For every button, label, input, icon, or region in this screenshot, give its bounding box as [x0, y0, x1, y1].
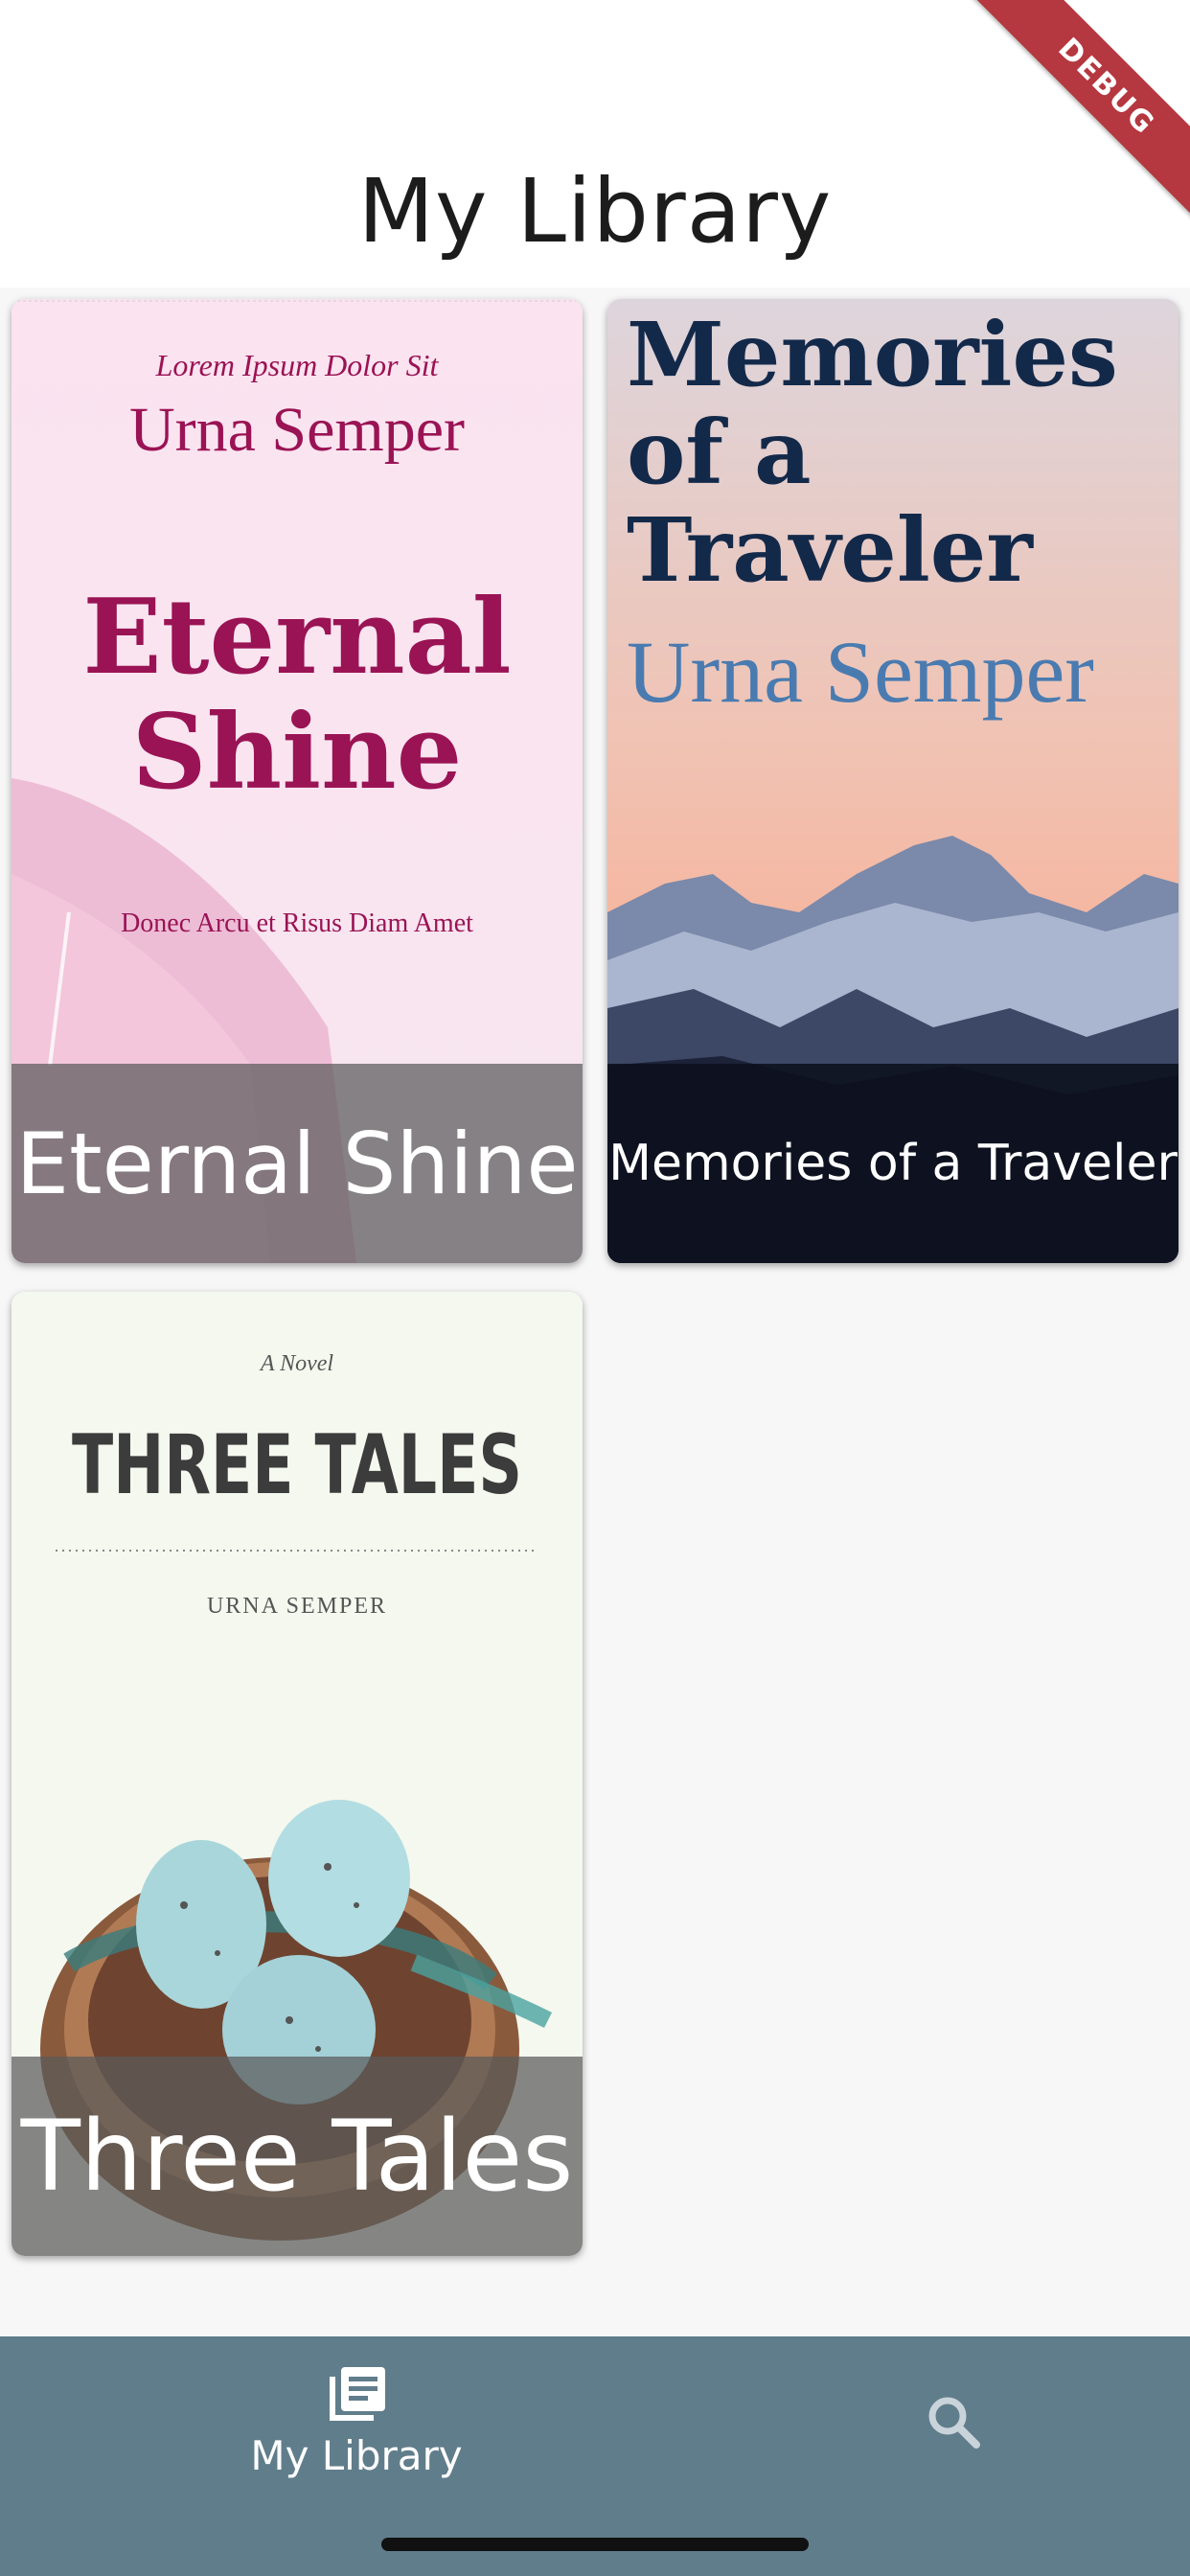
cover-title-line1: Eternal — [82, 577, 511, 698]
cover-title-line2: Shine — [132, 692, 463, 813]
book-title: Memories of a Traveler — [607, 1064, 1179, 1263]
book-card-three-tales[interactable]: A Novel THREE TALES URNA SEMPER Three Ta… — [11, 1292, 583, 2256]
nav-item-my-library[interactable]: My Library — [222, 2363, 491, 2479]
nav-item-search[interactable] — [910, 2379, 996, 2465]
page-title: My Library — [357, 159, 833, 263]
book-card-memories-of-a-traveler[interactable]: Memories of a Traveler Urna Semper Memor… — [607, 299, 1179, 1263]
cover-title: THREE TALES — [72, 1417, 522, 1513]
cover-author: URNA SEMPER — [207, 1594, 387, 1619]
search-icon — [928, 2397, 980, 2449]
cover-tagline: Lorem Ipsum Dolor Sit — [155, 348, 440, 382]
home-indicator — [381, 2538, 809, 2551]
library-books-icon — [330, 2367, 385, 2421]
book-title: Three Tales — [11, 2057, 583, 2256]
cover-subtitle: Donec Arcu et Risus Diam Amet — [121, 908, 473, 938]
nav-label-my-library: My Library — [250, 2432, 463, 2479]
cover-title-line2: of a — [627, 401, 812, 504]
app-bar: My Library — [0, 134, 1190, 288]
cover-title-line3: Traveler — [627, 498, 1034, 602]
cover-kicker: A Novel — [259, 1351, 334, 1376]
book-card-eternal-shine[interactable]: Lorem Ipsum Dolor Sit Urna Semper Eterna… — [11, 299, 583, 1263]
cover-author: Urna Semper — [627, 623, 1094, 721]
cover-title-line1: Memories — [627, 303, 1118, 406]
book-title: Eternal Shine — [11, 1064, 583, 1263]
cover-author: Urna Semper — [129, 395, 465, 465]
